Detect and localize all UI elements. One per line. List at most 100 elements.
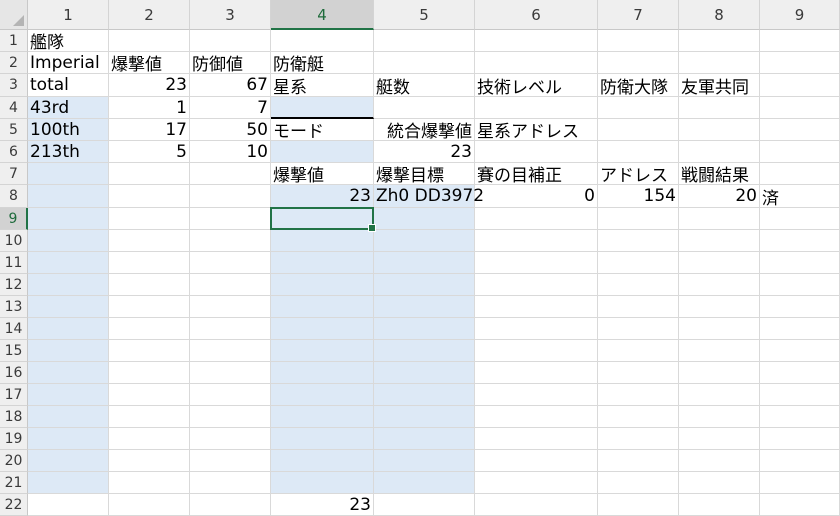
cell-r8-c1[interactable] (28, 185, 109, 208)
cell-r14-c5[interactable] (374, 318, 475, 340)
cell-r1-c9[interactable] (760, 30, 840, 52)
cell-r1-c8[interactable] (679, 30, 760, 52)
row-header-7[interactable]: 7 (0, 163, 28, 185)
cell-r9-c5[interactable] (374, 208, 475, 230)
column-header-3[interactable]: 3 (190, 0, 271, 30)
cell-r4-c9[interactable] (760, 97, 840, 119)
cell-r2-c1[interactable]: Imperial (28, 52, 109, 74)
cell-r14-c3[interactable] (190, 318, 271, 340)
cell-r19-c5[interactable] (374, 428, 475, 450)
cell-r13-c2[interactable] (109, 296, 190, 318)
row-header-14[interactable]: 14 (0, 318, 28, 340)
row-header-3[interactable]: 3 (0, 74, 28, 97)
cell-r9-c4[interactable] (271, 208, 374, 230)
cell-r8-c3[interactable] (190, 185, 271, 208)
cell-r20-c9[interactable] (760, 450, 840, 472)
cell-r20-c1[interactable] (28, 450, 109, 472)
cell-r12-c2[interactable] (109, 274, 190, 296)
cell-r13-c4[interactable] (271, 296, 374, 318)
cell-r20-c2[interactable] (109, 450, 190, 472)
cell-r6-c5[interactable]: 23 (374, 141, 475, 163)
cell-r20-c4[interactable] (271, 450, 374, 472)
cell-r7-c5[interactable]: 爆撃目標 (374, 163, 475, 186)
cell-r9-c1[interactable] (28, 208, 109, 230)
cell-r5-c5[interactable]: 統合爆撃値 (374, 119, 475, 142)
cell-r2-c2[interactable]: 爆撃値 (109, 52, 190, 75)
cell-r10-c5[interactable] (374, 230, 475, 252)
cell-r13-c5[interactable] (374, 296, 475, 318)
cell-r1-c5[interactable] (374, 30, 475, 52)
cell-r17-c2[interactable] (109, 384, 190, 406)
cell-r11-c1[interactable] (28, 252, 109, 274)
cell-r1-c2[interactable] (109, 30, 190, 52)
cell-r14-c2[interactable] (109, 318, 190, 340)
cell-r21-c7[interactable] (598, 472, 679, 494)
cell-r18-c3[interactable] (190, 406, 271, 428)
row-header-6[interactable]: 6 (0, 141, 28, 163)
cell-r14-c6[interactable] (475, 318, 598, 340)
cell-r10-c7[interactable] (598, 230, 679, 252)
cell-r16-c6[interactable] (475, 362, 598, 384)
cell-r18-c6[interactable] (475, 406, 598, 428)
cell-r3-c7[interactable]: 防衛大隊 (598, 74, 679, 98)
cell-r17-c9[interactable] (760, 384, 840, 406)
cell-r5-c2[interactable]: 17 (109, 119, 190, 141)
cell-r16-c5[interactable] (374, 362, 475, 384)
row-header-1[interactable]: 1 (0, 30, 28, 52)
cell-r20-c3[interactable] (190, 450, 271, 472)
cell-r8-c9[interactable]: 済 (760, 185, 840, 209)
cell-r11-c2[interactable] (109, 252, 190, 274)
cell-r6-c4[interactable] (271, 141, 374, 163)
cell-r15-c5[interactable] (374, 340, 475, 362)
cell-r12-c3[interactable] (190, 274, 271, 296)
cell-r5-c4[interactable]: モード (271, 119, 374, 142)
cell-r22-c8[interactable] (679, 494, 760, 516)
cell-r4-c3[interactable]: 7 (190, 97, 271, 119)
column-header-4[interactable]: 4 (271, 0, 374, 30)
cell-r18-c1[interactable] (28, 406, 109, 428)
cell-r1-c3[interactable] (190, 30, 271, 52)
cell-r11-c5[interactable] (374, 252, 475, 274)
cell-r8-c6[interactable]: 0 (475, 185, 598, 208)
cell-r14-c9[interactable] (760, 318, 840, 340)
row-header-11[interactable]: 11 (0, 252, 28, 274)
cell-r20-c6[interactable] (475, 450, 598, 472)
cell-r12-c5[interactable] (374, 274, 475, 296)
cell-r22-c6[interactable] (475, 494, 598, 516)
cell-r15-c9[interactable] (760, 340, 840, 362)
row-header-12[interactable]: 12 (0, 274, 28, 296)
cell-r13-c9[interactable] (760, 296, 840, 318)
cell-r13-c8[interactable] (679, 296, 760, 318)
cell-r2-c5[interactable] (374, 52, 475, 74)
cell-r8-c8[interactable]: 20 (679, 185, 760, 208)
cell-r18-c7[interactable] (598, 406, 679, 428)
row-header-21[interactable]: 21 (0, 472, 28, 494)
cell-r15-c1[interactable] (28, 340, 109, 362)
cell-r21-c2[interactable] (109, 472, 190, 494)
cell-r3-c2[interactable]: 23 (109, 74, 190, 97)
cell-r21-c9[interactable] (760, 472, 840, 494)
cell-r3-c5[interactable]: 艇数 (374, 74, 475, 98)
cell-r14-c1[interactable] (28, 318, 109, 340)
cell-r3-c1[interactable]: total (28, 74, 109, 97)
cell-r14-c7[interactable] (598, 318, 679, 340)
cell-r22-c4[interactable]: 23 (271, 494, 374, 516)
cell-r2-c6[interactable] (475, 52, 598, 74)
row-header-18[interactable]: 18 (0, 406, 28, 428)
row-header-16[interactable]: 16 (0, 362, 28, 384)
row-header-20[interactable]: 20 (0, 450, 28, 472)
cell-r17-c5[interactable] (374, 384, 475, 406)
cell-r7-c3[interactable] (190, 163, 271, 185)
cell-r9-c8[interactable] (679, 208, 760, 230)
row-header-19[interactable]: 19 (0, 428, 28, 450)
cell-r21-c3[interactable] (190, 472, 271, 494)
cell-r17-c6[interactable] (475, 384, 598, 406)
cell-r7-c1[interactable] (28, 163, 109, 185)
cell-r22-c7[interactable] (598, 494, 679, 516)
cell-r2-c9[interactable] (760, 52, 840, 74)
cell-r3-c4[interactable]: 星系 (271, 74, 374, 98)
cell-r16-c1[interactable] (28, 362, 109, 384)
cell-r7-c9[interactable] (760, 163, 840, 185)
cell-r5-c6[interactable]: 星系アドレス (475, 119, 598, 142)
cell-r6-c8[interactable] (679, 141, 760, 163)
